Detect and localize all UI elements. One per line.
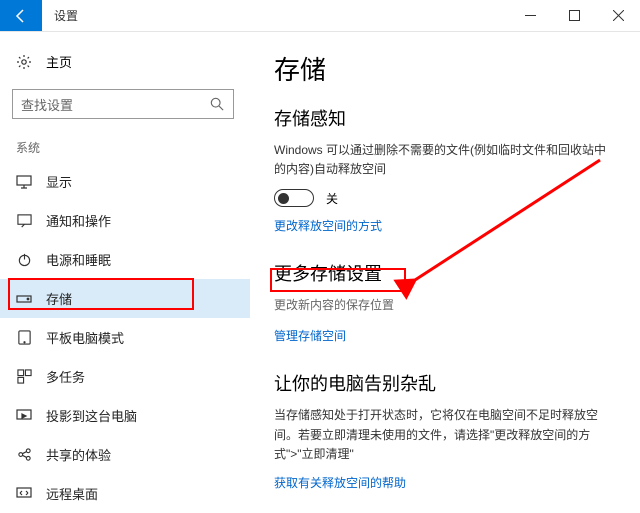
project-icon bbox=[16, 408, 32, 424]
multitask-icon bbox=[16, 369, 32, 385]
nav-label: 电源和睡眠 bbox=[46, 250, 111, 269]
sidebar-item-project[interactable]: 投影到这台电脑 bbox=[0, 396, 250, 435]
cleanup-heading: 让你的电脑告别杂乱 bbox=[274, 370, 616, 396]
window-title: 设置 bbox=[42, 0, 508, 31]
sidebar-item-notifications[interactable]: 通知和操作 bbox=[0, 201, 250, 240]
more-storage-heading: 更多存储设置 bbox=[274, 260, 616, 286]
sidebar-item-display[interactable]: 显示 bbox=[0, 162, 250, 201]
sidebar-home[interactable]: 主页 bbox=[0, 44, 250, 79]
cleanup-desc: 当存储感知处于打开状态时，它将仅在电脑空间不足时释放空间。若要立即清理未使用的文… bbox=[274, 406, 616, 464]
search-placeholder: 查找设置 bbox=[21, 95, 73, 114]
maximize-button[interactable] bbox=[552, 0, 596, 31]
manage-storage-link[interactable]: 管理存储空间 bbox=[274, 327, 616, 344]
nav-label: 平板电脑模式 bbox=[46, 328, 124, 347]
nav-label: 共享的体验 bbox=[46, 445, 111, 464]
power-icon bbox=[16, 252, 32, 268]
cleanup-help-link[interactable]: 获取有关释放空间的帮助 bbox=[274, 474, 616, 491]
remote-icon bbox=[16, 486, 32, 502]
storage-sense-heading: 存储感知 bbox=[274, 105, 616, 131]
sidebar-item-multitask[interactable]: 多任务 bbox=[0, 357, 250, 396]
storage-sense-desc: Windows 可以通过删除不需要的文件(例如临时文件和回收站中的内容)自动释放… bbox=[274, 141, 616, 179]
sidebar-item-power[interactable]: 电源和睡眠 bbox=[0, 240, 250, 279]
change-free-space-link[interactable]: 更改释放空间的方式 bbox=[274, 217, 616, 234]
change-save-location-link[interactable]: 更改新内容的保存位置 bbox=[274, 296, 616, 313]
search-input[interactable]: 查找设置 bbox=[12, 89, 234, 119]
search-icon bbox=[209, 96, 225, 112]
sidebar-item-remote[interactable]: 远程桌面 bbox=[0, 474, 250, 513]
tablet-icon bbox=[16, 330, 32, 346]
storage-sense-toggle-label: 关 bbox=[326, 190, 338, 207]
nav-label: 投影到这台电脑 bbox=[46, 406, 137, 425]
share-icon bbox=[16, 447, 32, 463]
sidebar: 主页 查找设置 系统 显示 通知和操作 电源和睡眠 存储 bbox=[0, 32, 250, 505]
minimize-button[interactable] bbox=[508, 0, 552, 31]
nav-label: 远程桌面 bbox=[46, 484, 98, 503]
sidebar-item-storage[interactable]: 存储 bbox=[0, 279, 250, 318]
sidebar-section-label: 系统 bbox=[0, 133, 250, 162]
notification-icon bbox=[16, 213, 32, 229]
gear-icon bbox=[16, 54, 32, 70]
main-content: 存储 存储感知 Windows 可以通过删除不需要的文件(例如临时文件和回收站中… bbox=[250, 32, 640, 505]
close-button[interactable] bbox=[596, 0, 640, 31]
nav-label: 多任务 bbox=[46, 367, 85, 386]
nav-label: 通知和操作 bbox=[46, 211, 111, 230]
storage-sense-toggle[interactable] bbox=[274, 189, 314, 207]
display-icon bbox=[16, 174, 32, 190]
sidebar-item-shared[interactable]: 共享的体验 bbox=[0, 435, 250, 474]
sidebar-home-label: 主页 bbox=[46, 52, 72, 71]
back-button[interactable] bbox=[0, 0, 42, 31]
storage-icon bbox=[16, 291, 32, 307]
nav-label: 存储 bbox=[46, 289, 72, 308]
nav-label: 显示 bbox=[46, 172, 72, 191]
sidebar-item-tablet[interactable]: 平板电脑模式 bbox=[0, 318, 250, 357]
page-title: 存储 bbox=[274, 50, 616, 87]
